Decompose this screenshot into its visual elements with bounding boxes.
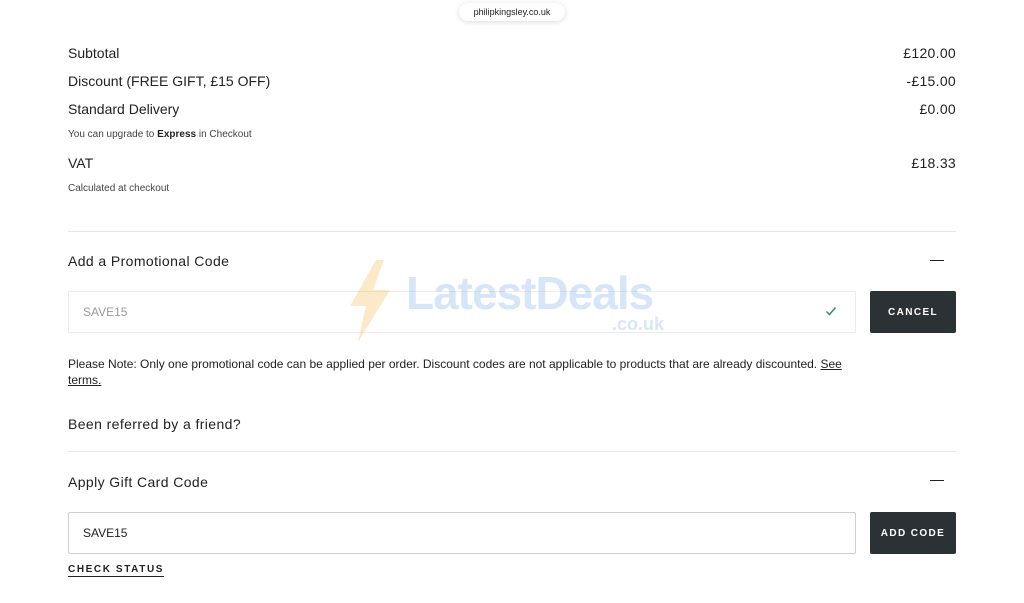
delivery-value: £0.00 <box>919 101 956 117</box>
vat-row: VAT £18.33 <box>68 155 956 171</box>
delivery-note-suffix: in Checkout <box>196 129 252 140</box>
delivery-label: Standard Delivery <box>68 101 180 117</box>
discount-row: Discount (FREE GIFT, £15 OFF) -£15.00 <box>68 73 956 89</box>
check-icon <box>825 307 837 316</box>
divider <box>68 231 956 232</box>
promo-note-text: Please Note: Only one promotional code c… <box>68 357 821 371</box>
subtotal-value: £120.00 <box>903 45 956 61</box>
promo-code-value: SAVE15 <box>83 305 128 319</box>
add-code-button[interactable]: ADD CODE <box>870 512 956 554</box>
vat-note: Calculated at checkout <box>68 183 170 194</box>
promo-note: Please Note: Only one promotional code c… <box>68 356 868 388</box>
gift-card-title[interactable]: Apply Gift Card Code <box>68 474 208 490</box>
minus-icon[interactable] <box>930 260 944 261</box>
delivery-note: You can upgrade to Express in Checkout <box>68 129 252 140</box>
promo-code-input[interactable]: SAVE15 <box>68 291 856 333</box>
subtotal-row: Subtotal £120.00 <box>68 45 956 61</box>
delivery-note-prefix: You can upgrade to <box>68 129 158 140</box>
minus-icon[interactable] <box>930 480 944 481</box>
subtotal-label: Subtotal <box>68 45 120 61</box>
check-status-link[interactable]: CHECK STATUS <box>68 564 165 577</box>
delivery-note-express: Express <box>157 129 197 140</box>
discount-label: Discount (FREE GIFT, £15 OFF) <box>68 73 271 89</box>
divider <box>68 451 956 452</box>
discount-value: -£15.00 <box>906 73 956 89</box>
vat-value: £18.33 <box>911 155 956 171</box>
url-pill[interactable]: philipkingsley.co.uk <box>459 3 565 21</box>
cancel-button[interactable]: CANCEL <box>870 291 956 333</box>
referral-link[interactable]: Been referred by a friend? <box>68 416 241 432</box>
vat-label: VAT <box>68 155 94 171</box>
delivery-row: Standard Delivery £0.00 <box>68 101 956 117</box>
promo-title[interactable]: Add a Promotional Code <box>68 253 229 269</box>
gift-card-value: SAVE15 <box>83 526 128 540</box>
gift-card-input[interactable]: SAVE15 <box>68 512 856 554</box>
